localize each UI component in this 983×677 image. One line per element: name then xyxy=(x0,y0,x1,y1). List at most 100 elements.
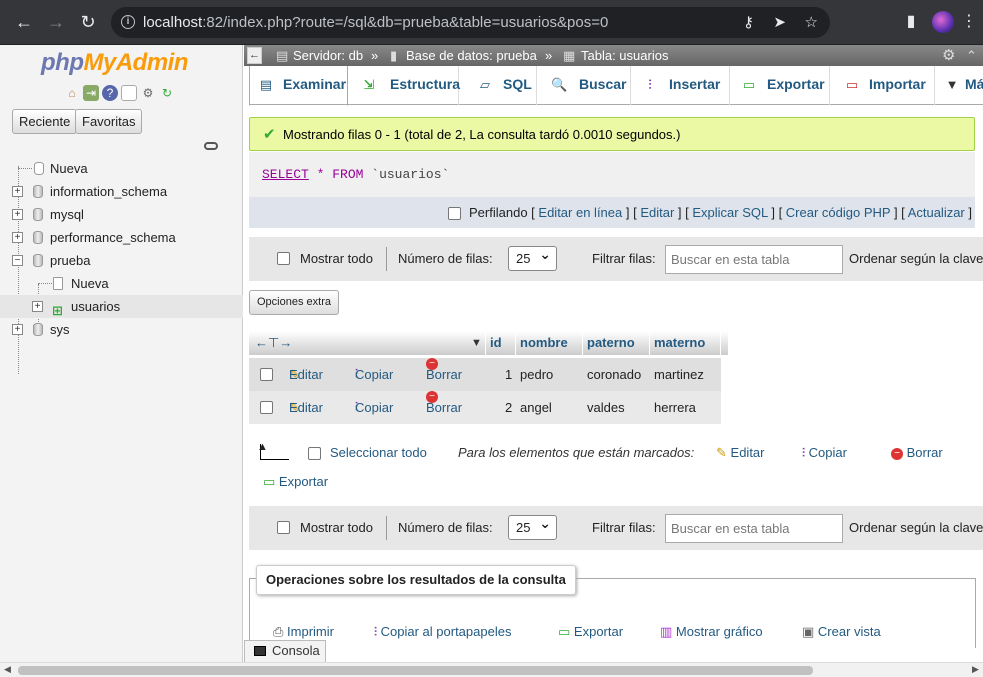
breadcrumb-database[interactable]: Base de datos: prueba xyxy=(406,45,537,66)
collapse-top-icon[interactable]: ⌃ xyxy=(966,45,977,66)
show-chart-button[interactable]: ▥ Mostrar gráfico xyxy=(660,623,763,641)
reload-icon[interactable]: ↻ xyxy=(74,8,102,36)
settings-gear-icon[interactable]: ⚙ xyxy=(140,85,156,101)
profile-avatar[interactable] xyxy=(932,11,954,33)
column-header-nombre[interactable]: nombre xyxy=(516,331,583,355)
docs-icon[interactable] xyxy=(121,85,137,101)
filter-rows-input[interactable]: Buscar en esta tabla xyxy=(665,245,843,274)
tree-item-new-table[interactable]: Nueva xyxy=(0,272,243,295)
settings-gear-icon[interactable]: ⚙ xyxy=(942,45,955,66)
collapse-nav-icon[interactable]: ← xyxy=(247,47,262,64)
divider xyxy=(386,247,387,271)
sql-keyword[interactable]: SELECT xyxy=(262,167,309,182)
tab-buscar[interactable]: 🔍 Buscar xyxy=(544,66,631,105)
tree-item-new[interactable]: Nueva xyxy=(0,157,243,180)
expand-icon[interactable]: + xyxy=(32,301,43,312)
tab-examinar[interactable]: ▤ Examinar xyxy=(249,66,348,106)
row-delete-label: Borrar xyxy=(426,400,463,415)
export-results-button[interactable]: ▭ Exportar xyxy=(558,623,623,641)
rows-select[interactable]: 25 xyxy=(508,512,557,540)
profiling-checkbox[interactable] xyxy=(448,207,462,221)
tab-sql[interactable]: ▱ SQL xyxy=(471,66,537,105)
breadcrumb-table[interactable]: Tabla: usuarios xyxy=(581,45,668,66)
select-all-checkbox[interactable] xyxy=(308,447,321,460)
column-header-materno[interactable]: materno xyxy=(650,331,721,355)
expand-icon[interactable]: + xyxy=(12,186,23,197)
scrollbar-thumb[interactable] xyxy=(18,666,813,675)
recent-tables-button[interactable]: Reciente xyxy=(12,109,78,134)
export-icon: ▭ xyxy=(742,77,756,92)
copy-to-clipboard-button[interactable]: ⫶ Copiar al portapapeles xyxy=(374,623,511,641)
forward-arrow-icon[interactable]: → xyxy=(42,8,70,36)
tab-mas[interactable]: ▼ Más xyxy=(942,66,983,105)
scroll-right-icon[interactable]: ▶ xyxy=(972,664,979,675)
address-bar[interactable]: i localhost:82/index.php?route=/sql&db=p… xyxy=(111,7,830,38)
column-resize-arrows-icon[interactable]: ←⊤→ xyxy=(255,331,292,355)
bookmark-star-icon[interactable]: ☆ xyxy=(805,7,818,38)
explain-sql-link[interactable]: Explicar SQL xyxy=(692,205,767,220)
tab-exportar[interactable]: ▭ Exportar xyxy=(735,66,830,105)
key-icon[interactable]: ⚷ xyxy=(743,7,754,38)
cell-materno[interactable]: herrera xyxy=(654,391,696,424)
tab-estructura[interactable]: ⇲ Estructura xyxy=(352,66,460,105)
site-info-icon[interactable]: i xyxy=(121,15,135,29)
tree-item-prueba[interactable]: − prueba xyxy=(0,249,243,272)
cell-id[interactable]: 2 xyxy=(505,391,512,424)
horizontal-scrollbar[interactable]: ◀ ▶ xyxy=(0,662,983,677)
tree-item-mysql[interactable]: + mysql xyxy=(0,203,243,226)
edit-inline-link[interactable]: Editar en línea xyxy=(538,205,622,220)
breadcrumb-server[interactable]: Servidor: db xyxy=(293,45,363,66)
menu-kebab-icon[interactable]: ⋮ xyxy=(958,10,980,34)
link-with-main-panel-icon[interactable] xyxy=(204,142,218,150)
favorite-tables-button[interactable]: Favoritas xyxy=(75,109,143,134)
bulk-delete-button[interactable]: − Borrar xyxy=(891,443,943,463)
bulk-edit-label: Editar xyxy=(730,445,765,460)
cell-nombre[interactable]: angel xyxy=(520,391,552,424)
edit-query-link[interactable]: Editar xyxy=(640,205,674,220)
phpmyadmin-logo[interactable]: phpMyAdmin xyxy=(41,49,188,77)
sort-triangle-icon[interactable]: ▼ xyxy=(471,331,482,355)
logout-icon[interactable]: ⇥ xyxy=(83,85,99,101)
back-arrow-icon[interactable]: ← xyxy=(10,8,38,36)
bulk-export-button[interactable]: ▭ Exportar xyxy=(263,472,328,492)
send-icon[interactable]: ➤ xyxy=(773,7,786,38)
row-checkbox[interactable] xyxy=(260,368,273,381)
sql-query-box[interactable]: SELECT * FROM `usuarios` xyxy=(249,152,975,197)
tab-insertar[interactable]: ⫶ Insertar xyxy=(642,66,730,105)
refresh-link[interactable]: Actualizar xyxy=(908,205,965,220)
expand-icon[interactable]: + xyxy=(12,209,23,220)
column-header-id[interactable]: id xyxy=(486,331,516,355)
select-all-label[interactable]: Seleccionar todo xyxy=(330,443,427,463)
filter-rows-input[interactable]: Buscar en esta tabla xyxy=(665,514,843,543)
extra-options-button[interactable]: Opciones extra xyxy=(249,290,339,315)
column-header-paterno[interactable]: paterno xyxy=(583,331,650,355)
cell-nombre[interactable]: pedro xyxy=(520,358,553,391)
print-button[interactable]: ⎙ Imprimir xyxy=(273,623,334,641)
tree-item-usuarios[interactable]: + ⊞ usuarios xyxy=(0,295,243,318)
reload-nav-icon[interactable]: ↻ xyxy=(159,85,175,101)
scroll-left-icon[interactable]: ◀ xyxy=(4,664,11,675)
tree-item-sys[interactable]: + sys xyxy=(0,318,243,341)
home-icon[interactable]: ⌂ xyxy=(64,85,80,101)
create-view-button[interactable]: ▣ Crear vista xyxy=(802,623,881,641)
cell-id[interactable]: 1 xyxy=(505,358,512,391)
help-icon[interactable]: ? xyxy=(102,85,118,101)
rows-select[interactable]: 25 xyxy=(508,243,557,271)
collapse-icon[interactable]: − xyxy=(12,255,23,266)
sidebar-toggle-icon[interactable]: ▮ xyxy=(900,10,922,34)
console-tab[interactable]: Consola xyxy=(244,640,326,662)
create-php-link[interactable]: Crear código PHP xyxy=(786,205,891,220)
cell-materno[interactable]: martinez xyxy=(654,358,704,391)
cell-paterno[interactable]: valdes xyxy=(587,391,625,424)
tab-importar[interactable]: ▭ Importar xyxy=(835,66,935,105)
bulk-edit-button[interactable]: ✎ Editar xyxy=(716,443,765,463)
show-all-checkbox[interactable] xyxy=(277,252,290,265)
cell-paterno[interactable]: coronado xyxy=(587,358,641,391)
tree-item-information-schema[interactable]: + information_schema xyxy=(0,180,243,203)
row-checkbox[interactable] xyxy=(260,401,273,414)
show-all-checkbox[interactable] xyxy=(277,521,290,534)
expand-icon[interactable]: + xyxy=(12,324,23,335)
bulk-copy-button[interactable]: ⫶ Copiar xyxy=(802,443,847,463)
expand-icon[interactable]: + xyxy=(12,232,23,243)
tree-item-performance-schema[interactable]: + performance_schema xyxy=(0,226,243,249)
